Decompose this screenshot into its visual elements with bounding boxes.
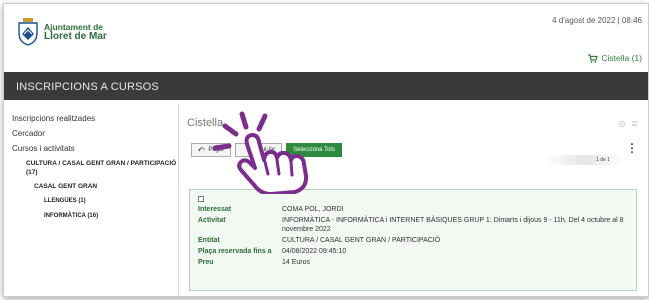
sidebar-leaf-computing[interactable]: INFORMÀTICA (16) (44, 213, 182, 219)
sidebar-item-inscriptions[interactable]: Inscripcions realitzades (12, 114, 182, 123)
card-value: 04/08/2022 09:45:10 (282, 248, 347, 255)
list-icon[interactable]: ≣ (631, 119, 638, 128)
back-arrow-icon: ⤺ (198, 146, 205, 153)
pagination[interactable]: 1 de 1 (544, 155, 624, 165)
sidebar-item-courses[interactable]: Cursos i activitats (12, 144, 182, 153)
card-key: Interessat (198, 206, 232, 213)
app-window: Ajuntament de Lloret de Mar 4 d'agost de… (3, 3, 649, 297)
logo-line-2: Lloret de Mar (44, 31, 107, 42)
cart-label: Cistella (1) (601, 53, 642, 63)
cart-item-card: Interessat COMA POL, JORDI Activitat INF… (189, 189, 637, 291)
header-tools: ◎ ≣ (618, 119, 638, 128)
current-datetime: 4 d'agost de 2022 | 08:46 (552, 16, 642, 25)
card-value: INFORMÀTICA - INFORMÀTICA i INTERNET BÀS… (282, 217, 624, 233)
card-key: Plaça reservada fins a (198, 248, 272, 255)
sidebar-subcategory[interactable]: CASAL GENT GRAN (34, 183, 182, 190)
section-title: INSCRIPCIONS A CURSOS (16, 81, 159, 93)
card-row: Interessat COMA POL, JORDI (198, 205, 628, 214)
item-checkbox[interactable] (198, 196, 204, 202)
card-value: COMA POL, JORDI (282, 206, 344, 213)
section-title-bar: INSCRIPCIONS A CURSOS (4, 72, 648, 100)
sidebar: Inscripcions realitzades Cercador Cursos… (12, 114, 182, 228)
cart-link[interactable]: Cistella (1) (588, 53, 642, 63)
help-icon[interactable]: ◎ (618, 119, 625, 128)
divider (178, 104, 179, 296)
sidebar-item-search[interactable]: Cercador (12, 129, 182, 138)
card-key: Preu (198, 259, 214, 266)
card-row: Preu 14 Euros (198, 258, 628, 267)
card-key: Activitat (198, 217, 226, 224)
cart-icon (588, 53, 599, 63)
card-row: Plaça reservada fins a 04/08/2022 09:45:… (198, 247, 628, 256)
sidebar-leaf-languages[interactable]: LLENGÜES (1) (44, 198, 182, 204)
card-row: Entitat CULTURA / CASAL GENT GRAN / PART… (198, 236, 628, 245)
kebab-menu-icon[interactable]: ⋮ (626, 141, 638, 155)
sidebar-category[interactable]: CULTURA / CASAL GENT GRAN / PARTICIPACIÓ… (26, 159, 182, 177)
shield-logo-icon (18, 18, 38, 46)
card-value: CULTURA / CASAL GENT GRAN / PARTICIPACIÓ (282, 237, 441, 244)
card-row: Activitat INFORMÀTICA - INFORMÀTICA i IN… (198, 216, 628, 234)
municipality-logo[interactable]: Ajuntament de Lloret de Mar (16, 18, 107, 46)
card-value: 14 Euros (282, 259, 311, 266)
card-key: Entitat (198, 237, 220, 244)
hand-pointer-icon (212, 111, 309, 194)
